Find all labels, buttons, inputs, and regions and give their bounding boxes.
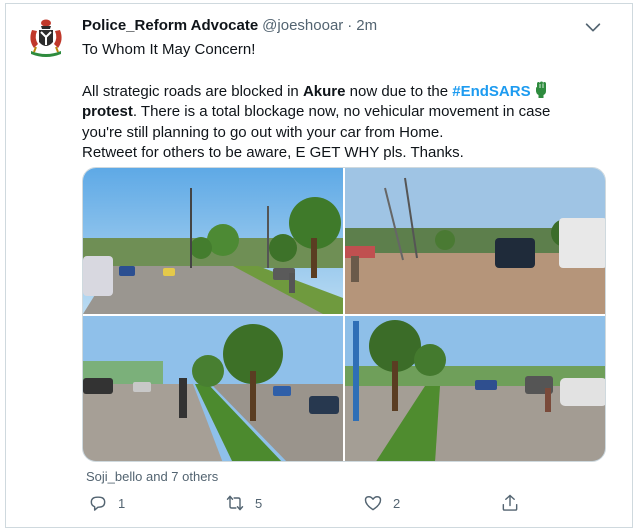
text-segment: now due to the	[345, 82, 453, 100]
reply-button[interactable]: 1	[88, 493, 125, 513]
avatar[interactable]	[22, 14, 70, 62]
road-scene-2-image[interactable]	[345, 168, 605, 314]
liked-by-text[interactable]: Soji_bello and 7 others	[86, 469, 218, 484]
share-button[interactable]	[500, 493, 520, 513]
tweet-actions: 1 5 2	[82, 493, 606, 519]
tweet-card[interactable]: Police_Reform Advocate @joeshooar · 2m T…	[5, 3, 633, 528]
road-scene-3-image[interactable]	[83, 316, 343, 461]
tweet-text: To Whom It May Concern! All strategic ro…	[82, 40, 592, 164]
user-handle[interactable]: @joeshooar	[262, 17, 343, 34]
tweet-header: Police_Reform Advocate @joeshooar · 2m	[82, 17, 377, 37]
road-scene-1-image[interactable]	[83, 168, 343, 314]
place-name: Akure	[302, 82, 346, 100]
retweet-button[interactable]: 5	[225, 493, 262, 513]
road-scene-4-image[interactable]	[345, 316, 605, 461]
raised-fist-emoji-icon	[535, 81, 546, 98]
text-line-retweet-request: Retweet for others to be aware, E GET WH…	[82, 144, 464, 161]
separator-dot: ·	[347, 17, 353, 34]
text-segment: All strategic roads are blocked in	[82, 82, 303, 100]
hashtag-link[interactable]: #EndSARS	[452, 83, 530, 100]
retweet-count: 5	[255, 495, 263, 511]
text-paragraph-main: All strategic roads are blocked in Akure…	[82, 81, 592, 144]
display-name[interactable]: Police_Reform Advocate	[82, 17, 258, 34]
reply-count: 1	[118, 495, 126, 511]
media-grid	[82, 167, 606, 462]
text-line-greeting: To Whom It May Concern!	[82, 41, 256, 58]
coat-of-arms-icon	[22, 14, 70, 62]
chevron-down-icon[interactable]	[582, 16, 604, 38]
text-segment: . There is a total blockage now, no vehi…	[82, 103, 551, 141]
reply-icon	[90, 496, 106, 511]
bold-word: protest	[82, 103, 133, 120]
share-icon	[502, 494, 518, 511]
heart-icon	[364, 496, 382, 511]
timestamp[interactable]: 2m	[356, 17, 377, 34]
retweet-icon	[226, 495, 244, 511]
like-button[interactable]: 2	[363, 493, 400, 513]
like-count: 2	[393, 495, 401, 511]
